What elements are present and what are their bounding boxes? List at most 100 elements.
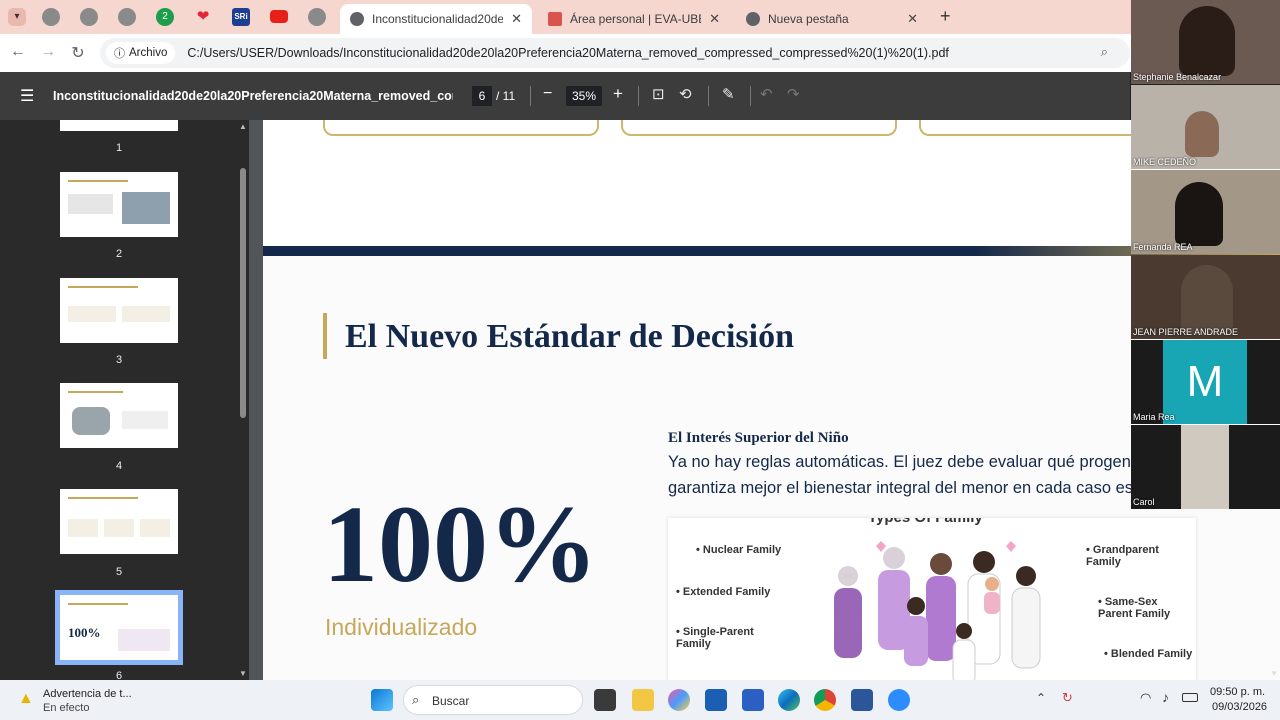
close-tab-icon[interactable]: ✕ <box>907 11 918 27</box>
pinned-tab-sri-icon[interactable]: SRi <box>232 8 250 26</box>
volume-icon[interactable]: ♪ <box>1162 689 1169 705</box>
tab-new-tab[interactable]: Nueva pestaña ✕ <box>736 4 928 34</box>
pinned-tab-globe-icon[interactable] <box>308 8 326 26</box>
new-tab-button[interactable]: + <box>940 6 951 27</box>
participant-tile-carol[interactable]: Carol <box>1131 425 1280 509</box>
participant-tile-stephanie[interactable]: Stephanie Benalcazar <box>1131 0 1280 84</box>
toolbar-divider <box>750 86 751 106</box>
search-icon: ⌕ <box>412 692 420 707</box>
zoom-input[interactable]: 35% <box>566 86 602 106</box>
viewer-scroll-down-icon[interactable]: ▼ <box>1270 669 1278 678</box>
copilot-icon[interactable] <box>668 689 690 711</box>
big-percentage-label: Individualizado <box>325 614 478 640</box>
globe-icon <box>350 12 364 26</box>
pdf-viewer[interactable]: El Nuevo Estándar de Decisión 100% Indiv… <box>249 120 1280 680</box>
pinned-tab-youtube-icon[interactable] <box>270 10 288 23</box>
undo-icon[interactable]: ↶ <box>760 85 773 103</box>
page-thumbnail-3[interactable] <box>60 278 178 343</box>
family-types-image: Types Of Family • Nuclear Family • Exten… <box>668 518 1196 680</box>
sync-icon[interactable]: ↻ <box>1062 690 1073 706</box>
document-icon <box>548 12 562 26</box>
family-label: • Same-Sex Parent Family <box>1098 596 1171 620</box>
thumbnail-number: 6 <box>115 670 123 680</box>
page-total: / 11 <box>496 89 516 103</box>
participant-name: Carol <box>1133 497 1155 507</box>
task-view-icon[interactable] <box>594 689 616 711</box>
forward-arrow-icon[interactable]: → <box>38 43 58 61</box>
rotate-icon[interactable]: ⟲ <box>679 85 692 103</box>
clock-time[interactable]: 09:50 p. m. <box>1210 686 1265 698</box>
file-explorer-icon[interactable] <box>632 689 654 711</box>
windows-start-icon[interactable] <box>371 689 393 711</box>
pinned-tab-green-badge-icon[interactable]: 2 <box>156 8 174 26</box>
sidebar-scroll-thumb[interactable] <box>240 168 246 418</box>
family-label: • Extended Family <box>676 586 771 598</box>
close-tab-icon[interactable]: ✕ <box>511 11 522 27</box>
pinned-tab-globe-icon[interactable] <box>118 8 136 26</box>
annotate-pen-icon[interactable]: ✎ <box>722 85 735 103</box>
page-number-input[interactable]: 6 <box>472 86 492 106</box>
redo-icon[interactable]: ↷ <box>787 85 800 103</box>
chevron-up-icon[interactable]: ⌃ <box>1036 691 1046 705</box>
word-icon[interactable] <box>851 689 873 711</box>
thumbnail-number: 5 <box>115 566 123 578</box>
family-label: • Single-Parent Family <box>676 626 754 650</box>
taskbar-search-box[interactable]: ⌕ Buscar <box>403 685 583 715</box>
participant-video <box>1181 425 1229 509</box>
page-thumbnail-5[interactable] <box>60 489 178 554</box>
tab-search-dropdown-button[interactable]: ▾ <box>8 8 26 26</box>
app-icon[interactable] <box>742 689 764 711</box>
slide-heading: El Nuevo Estándar de Decisión <box>345 318 794 355</box>
participant-name: Stephanie Benalcazar <box>1133 72 1222 82</box>
participant-tile-mike[interactable]: MIKE CEDEÑO <box>1131 85 1280 169</box>
body-text-line: garantiza mejor el bienestar integral de… <box>668 479 1134 497</box>
back-arrow-icon[interactable]: ← <box>8 43 28 61</box>
fit-page-icon[interactable]: ⊡ <box>652 85 665 103</box>
battery-icon[interactable] <box>1182 693 1198 702</box>
tab-pdf-document[interactable]: Inconstitucionalidad20de20la20 ✕ <box>340 4 532 34</box>
address-bar[interactable]: ⓘ Archivo C:/Users/USER/Downloads/Inconst… <box>100 38 1130 68</box>
family-label: • Grandparent Family <box>1086 544 1159 568</box>
participant-name: MIKE CEDEÑO <box>1133 157 1197 167</box>
participant-name: JEAN PIERRE ANDRADE <box>1133 327 1239 337</box>
participant-avatar <box>1175 182 1223 246</box>
toolbar-divider <box>708 86 709 106</box>
store-icon[interactable] <box>705 689 727 711</box>
pdf-page-6: El Nuevo Estándar de Decisión 100% Indiv… <box>263 246 1280 680</box>
participant-tile-maria[interactable]: M Maria Rea <box>1131 340 1280 424</box>
sidebar-scrollbar[interactable]: ▲ ▼ <box>237 120 249 680</box>
thumbnail-sidebar: 1 2 3 4 5 100% 6 <box>0 120 237 680</box>
menu-icon[interactable]: ☰ <box>20 86 34 106</box>
page-thumbnail-4[interactable] <box>60 383 178 448</box>
pdf-title: Inconstitucionalidad20de20la20Preferenci… <box>53 89 453 103</box>
tab-eva-ube[interactable]: Área personal | EVA-UBE ✕ <box>538 4 730 34</box>
edge-icon[interactable] <box>778 689 800 711</box>
site-info-chip[interactable]: ⓘ Archivo <box>106 42 176 64</box>
chrome-icon[interactable] <box>814 689 836 711</box>
pinned-tab-globe-icon[interactable] <box>80 8 98 26</box>
network-icon[interactable]: ◠ <box>1140 690 1151 706</box>
pinned-tab-heart-icon[interactable]: ❤ <box>194 8 212 26</box>
info-icon: ⓘ <box>114 48 125 60</box>
page-thumbnail-2[interactable] <box>60 172 178 237</box>
zoom-icon[interactable] <box>888 689 910 711</box>
browser-tab-strip: ▾ 2 ❤ SRi Inconstitucionalidad20de20la20… <box>0 0 1280 34</box>
zoom-out-button[interactable]: − <box>543 85 552 103</box>
page-thumbnail-6[interactable]: 100% <box>60 595 178 660</box>
thumbnail-number: 2 <box>115 248 123 260</box>
pinned-tab-globe-icon[interactable] <box>42 8 60 26</box>
toolbar-divider <box>530 86 531 106</box>
participant-tile-jean-pierre[interactable]: JEAN PIERRE ANDRADE <box>1131 255 1280 339</box>
card-bottom <box>323 120 599 136</box>
zoom-magnifier-icon[interactable]: ⌕ <box>1101 44 1108 60</box>
page-thumbnail-1[interactable] <box>60 120 178 131</box>
participant-tile-fernanda[interactable]: Fernanda REA <box>1131 170 1280 254</box>
close-tab-icon[interactable]: ✕ <box>709 11 720 27</box>
zoom-in-button[interactable]: + <box>613 84 623 104</box>
warning-notification[interactable]: ▲ Advertencia de t... En efecto <box>16 686 156 716</box>
family-illustration <box>834 541 1041 680</box>
clock-date[interactable]: 09/03/2026 <box>1212 701 1267 713</box>
body-text-line: Ya no hay reglas automáticas. El juez de… <box>668 453 1140 471</box>
family-label: • Blended Family <box>1104 648 1193 660</box>
reload-icon[interactable]: ↻ <box>68 43 88 63</box>
